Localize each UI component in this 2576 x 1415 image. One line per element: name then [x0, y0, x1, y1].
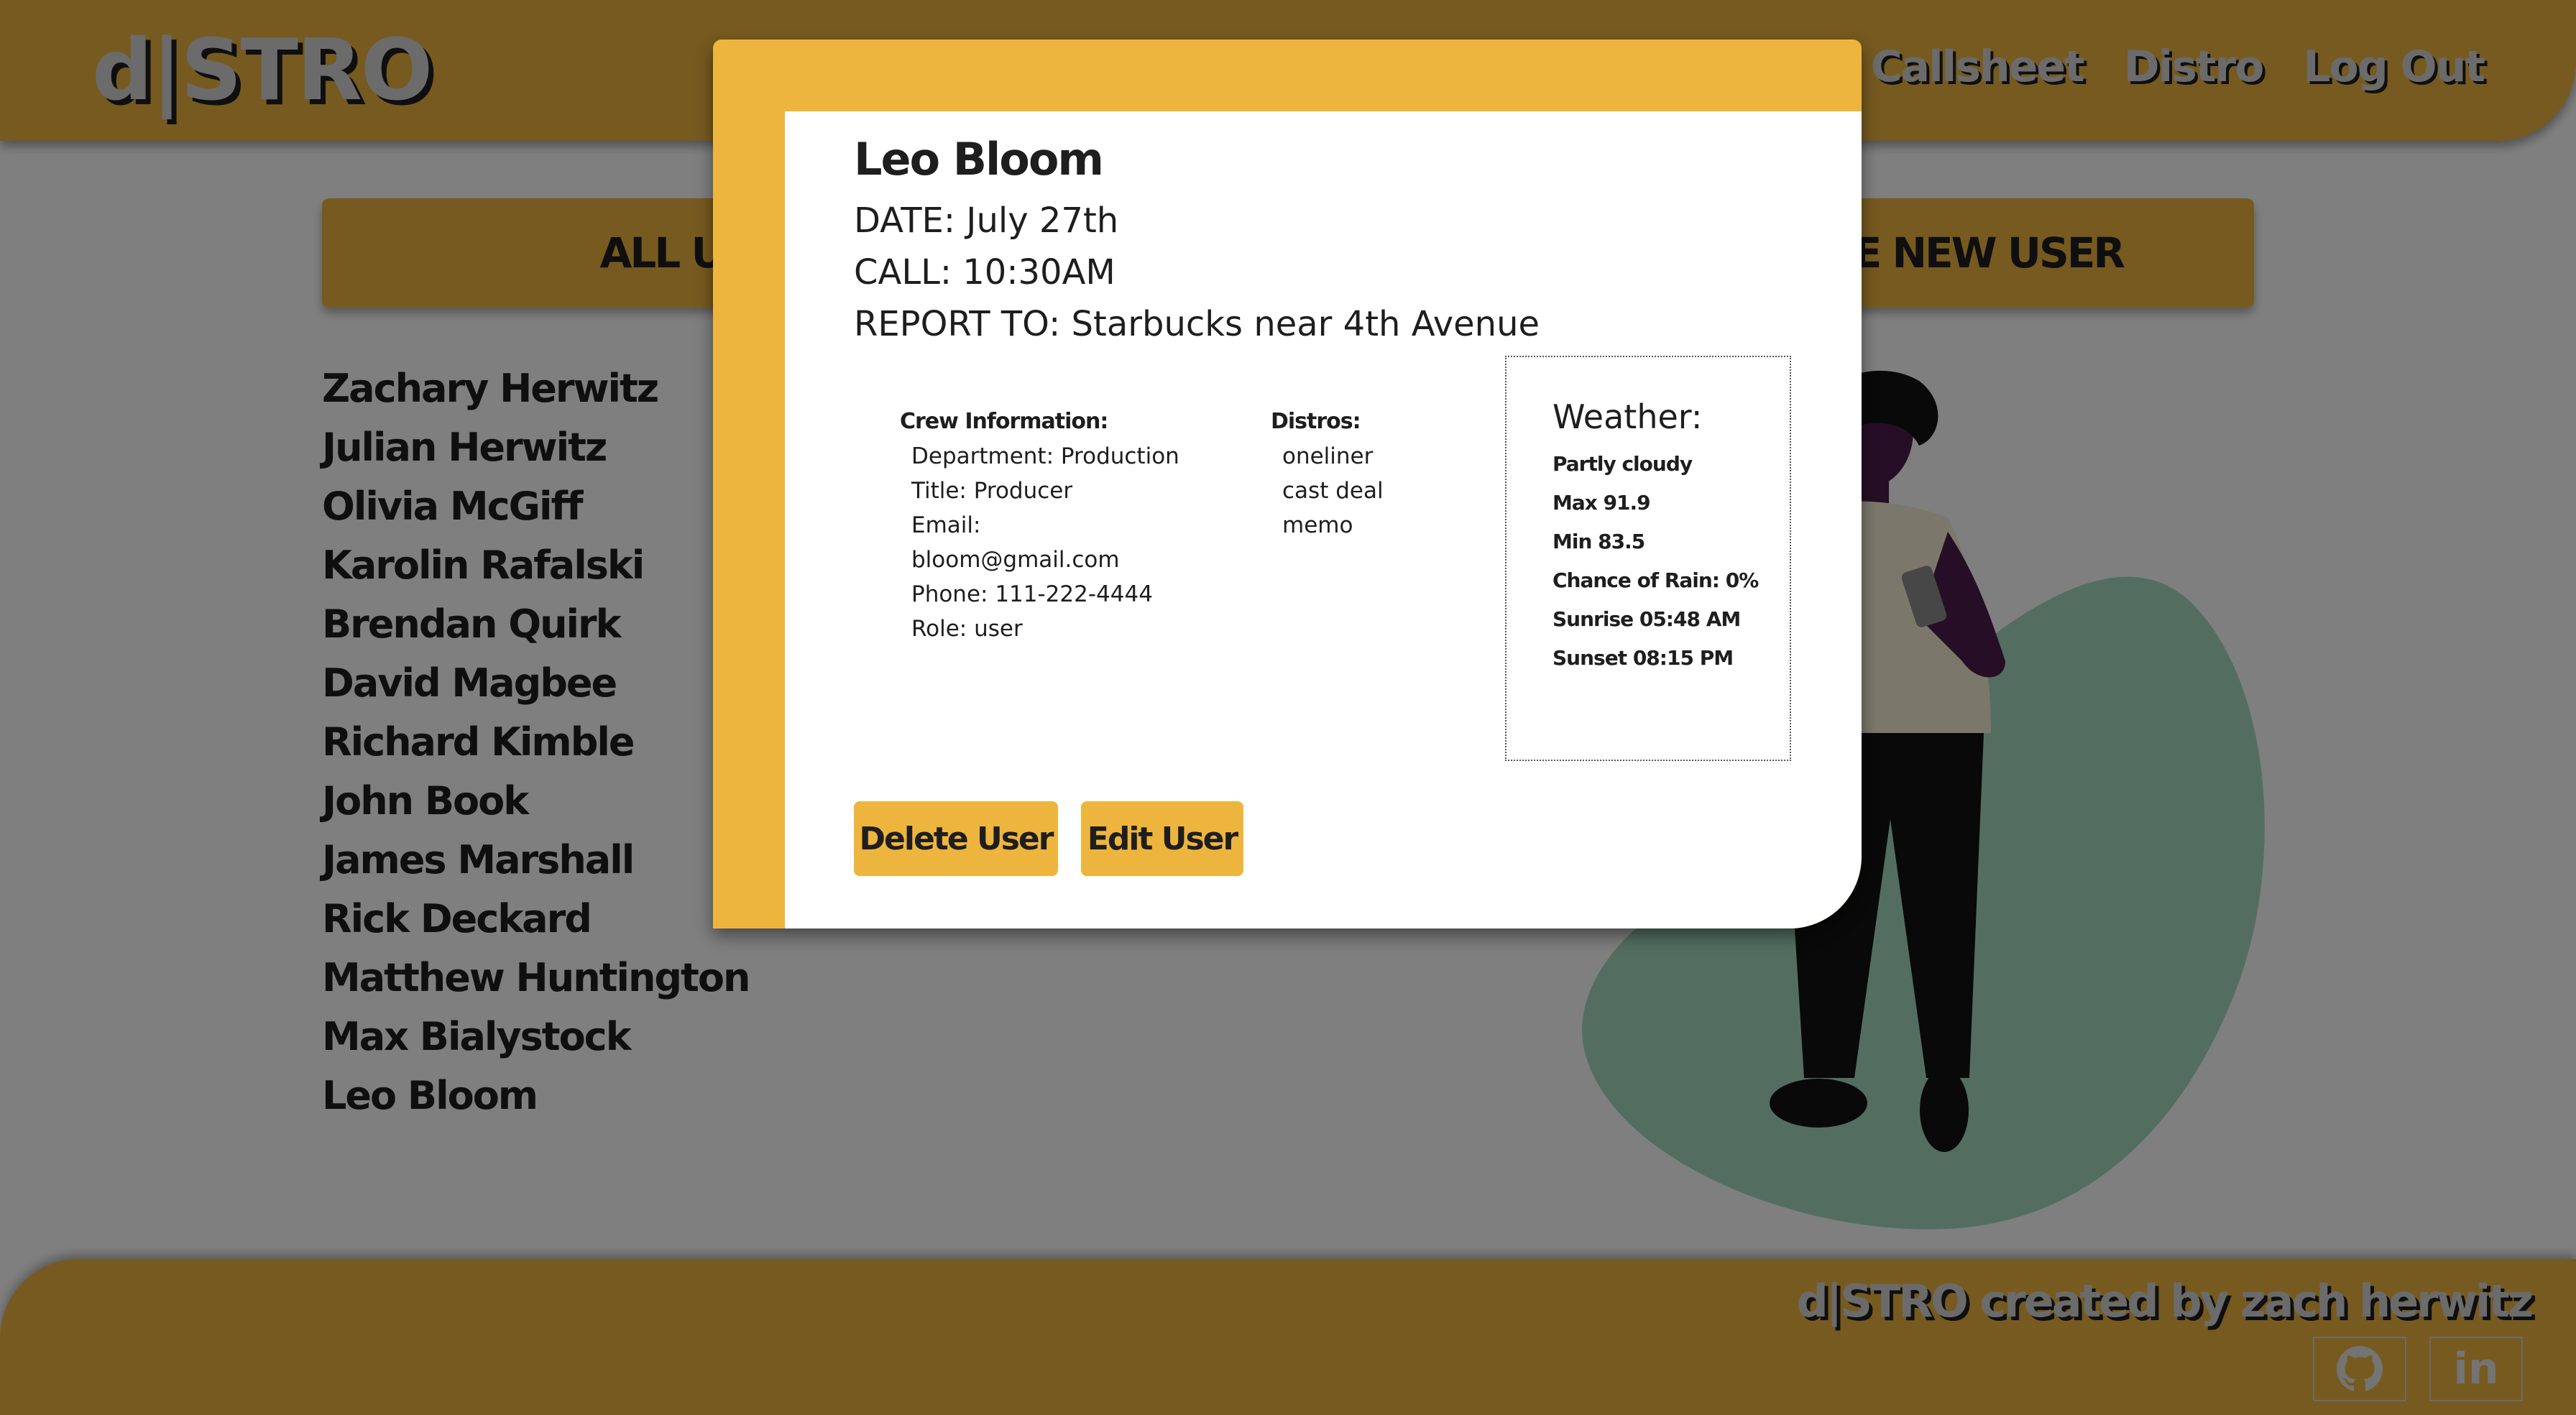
weather-min: Min 83.5	[1552, 530, 1645, 553]
weather-box: Weather: Partly cloudy Max 91.9 Min 83.5…	[1505, 356, 1791, 761]
crew-title: Title: Producer	[911, 478, 1073, 504]
modal-report-to: REPORT TO: Starbucks near 4th Avenue	[854, 304, 1540, 344]
weather-summary: Partly cloudy	[1552, 452, 1693, 476]
crew-email-value: bloom@gmail.com	[911, 547, 1120, 573]
weather-list: Partly cloudy Max 91.9 Min 83.5 Chance o…	[1552, 451, 1768, 683]
crew-information-section: Crew Information: Department: Production…	[900, 405, 1179, 646]
weather-max: Max 91.9	[1552, 491, 1651, 515]
modal-date: DATE: July 27th	[854, 201, 1119, 241]
weather-sunset: Sunset 08:15 PM	[1552, 646, 1734, 670]
crew-department: Department: Production	[911, 443, 1179, 469]
modal-user-name: Leo Bloom	[854, 133, 1104, 185]
user-detail-modal: Leo Bloom DATE: July 27th CALL: 10:30AM …	[713, 40, 1862, 928]
weather-sunrise: Sunrise 05:48 AM	[1552, 607, 1741, 631]
crew-information-title: Crew Information:	[900, 409, 1108, 434]
distro-item: oneliner	[1282, 443, 1374, 469]
weather-title: Weather:	[1552, 397, 1703, 436]
crew-email-label: Email:	[911, 512, 981, 538]
distro-item: memo	[1282, 512, 1353, 538]
edit-user-button[interactable]: Edit User	[1081, 801, 1243, 876]
delete-user-button[interactable]: Delete User	[854, 801, 1058, 876]
distros-title: Distros:	[1271, 409, 1361, 434]
crew-information-list: Department: Production Title: Producer E…	[900, 439, 1179, 646]
crew-phone: Phone: 111-222-4444	[911, 581, 1153, 607]
distros-list: oneliner cast deal memo	[1271, 439, 1384, 543]
distro-item: cast deal	[1282, 478, 1384, 504]
crew-role: Role: user	[911, 616, 1023, 642]
modal-content: Leo Bloom DATE: July 27th CALL: 10:30AM …	[785, 111, 1862, 928]
modal-call-time: CALL: 10:30AM	[854, 252, 1116, 292]
distros-section: Distros: oneliner cast deal memo	[1271, 405, 1384, 543]
weather-rain: Chance of Rain: 0%	[1552, 568, 1759, 592]
